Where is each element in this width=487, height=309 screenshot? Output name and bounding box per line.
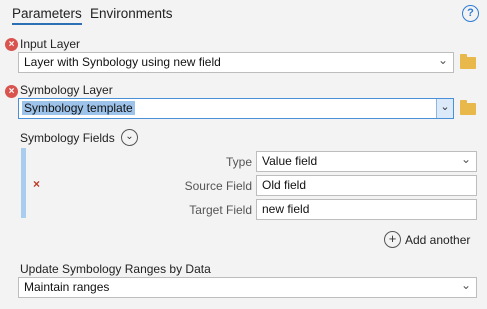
input-layer-dropdown[interactable]: Layer with Synbology using new field [18,51,454,73]
update-ranges-label: Update Symbology Ranges by Data [20,262,211,276]
target-field-value: new field [262,202,310,216]
symbology-layer-label: Symbology Layer [20,83,113,97]
source-field-label: Source Field [184,179,252,193]
source-field-value: Old field [262,178,307,192]
field-group-bar [21,148,26,218]
target-field-input[interactable]: new field [256,199,477,220]
symbology-layer-dropdown[interactable]: Symbology template ⌄ [18,98,454,119]
type-value: Value field [262,154,318,168]
folder-icon[interactable] [460,100,476,115]
chevron-down-icon[interactable]: ⌄ [436,99,453,118]
target-field-label: Target Field [189,203,252,217]
type-dropdown[interactable]: Value field [256,150,477,172]
input-layer-value: Layer with Synbology using new field [24,55,221,69]
help-icon[interactable]: ? [462,5,479,22]
input-layer-label: Input Layer [20,37,81,51]
error-icon: × [5,85,18,98]
update-ranges-dropdown[interactable]: Maintain ranges [18,276,477,298]
tab-environments[interactable]: Environments [90,6,173,21]
collapse-chevron-icon[interactable]: ⌄ [121,129,138,146]
tab-parameters[interactable]: Parameters [12,6,82,25]
symbology-fields-label: Symbology Fields [20,131,115,145]
symbology-layer-value: Symbology template [22,101,135,115]
error-icon: × [5,38,18,51]
folder-icon[interactable] [460,54,476,69]
update-ranges-value: Maintain ranges [24,280,110,294]
type-label: Type [225,155,252,169]
add-another-button[interactable]: Add another [405,233,470,247]
delete-icon[interactable]: × [33,177,40,191]
add-icon[interactable]: + [384,231,401,248]
source-field-input[interactable]: Old field [256,175,477,196]
